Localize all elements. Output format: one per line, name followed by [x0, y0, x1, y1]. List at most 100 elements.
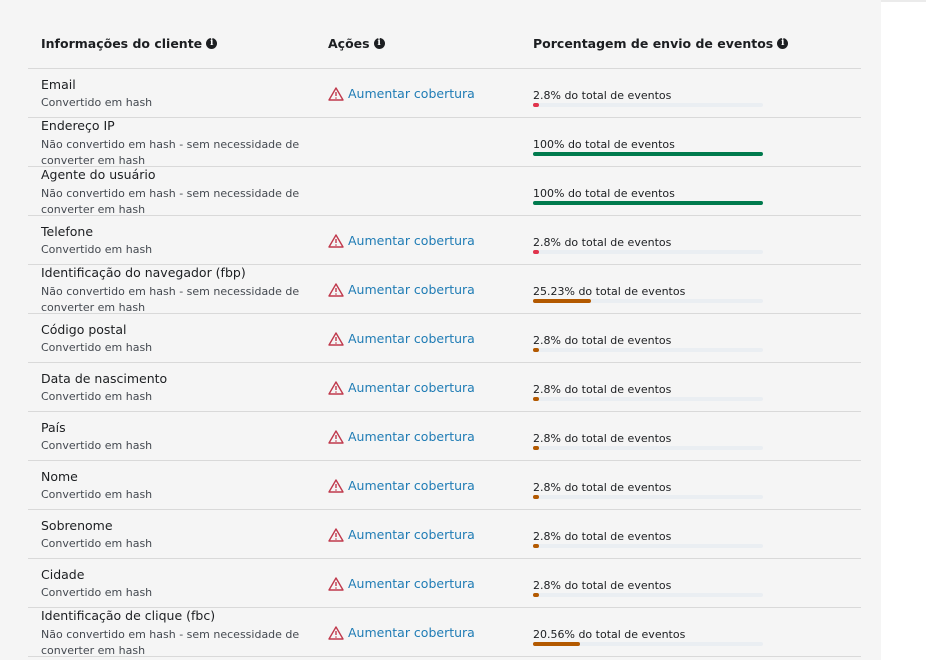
table-row: Email Convertido em hash Aumentar cobertur…	[28, 69, 861, 118]
customer-info-hash-status: Não convertido em hash - sem necessidade…	[41, 285, 300, 314]
event-percentage-label: 25.23% do total de eventos	[533, 285, 686, 298]
customer-info-hash-status: Convertido em hash	[41, 488, 153, 501]
event-percentage-label: 2.8% do total de eventos	[533, 579, 672, 592]
customer-info-hash-status: Não convertido em hash - sem necessidade…	[41, 187, 300, 216]
event-percentage-bar	[533, 152, 763, 156]
increase-coverage-link[interactable]: Aumentar cobertura	[328, 625, 475, 640]
event-percentage-bar-fill	[533, 299, 591, 303]
event-percentage-bar	[533, 299, 763, 303]
customer-info-hash-status: Não convertido em hash - sem necessidade…	[41, 138, 300, 167]
warning-icon	[328, 282, 344, 297]
warning-icon	[328, 576, 344, 591]
increase-coverage-label: Aumentar cobertura	[348, 331, 475, 346]
info-icon[interactable]: i	[206, 38, 218, 49]
event-percentage-bar-fill	[533, 446, 539, 450]
customer-info-name: Email	[41, 77, 76, 92]
customer-info-panel: Informações do cliente i Ações i Porcent…	[0, 0, 881, 660]
header-customer-info: Informações do cliente i	[41, 36, 218, 51]
header-event-percentage-label: Porcentagem de envio de eventos	[533, 36, 774, 51]
header-actions-label: Ações	[328, 36, 370, 51]
event-percentage-label: 100% do total de eventos	[533, 187, 675, 200]
increase-coverage-link[interactable]: Aumentar cobertura	[328, 478, 475, 493]
customer-info-name: Sobrenome	[41, 518, 113, 533]
warning-icon	[328, 380, 344, 395]
event-percentage-bar-fill	[533, 152, 763, 156]
increase-coverage-link[interactable]: Aumentar cobertura	[328, 380, 475, 395]
table-row: Sobrenome Convertido em hash Aumentar cobe…	[28, 510, 861, 559]
customer-info-name: País	[41, 420, 66, 435]
customer-info-name: Cidade	[41, 567, 85, 582]
info-icon[interactable]: i	[373, 38, 385, 49]
customer-info-name: Endereço IP	[41, 118, 115, 133]
warning-icon	[328, 331, 344, 346]
customer-info-hash-status: Não convertido em hash - sem necessidade…	[41, 628, 300, 657]
increase-coverage-link[interactable]: Aumentar cobertura	[328, 86, 475, 101]
customer-info-name: Nome	[41, 469, 78, 484]
table-row: País Convertido em hash Aumentar cobertura…	[28, 412, 861, 461]
event-percentage-label: 2.8% do total de eventos	[533, 481, 672, 494]
increase-coverage-label: Aumentar cobertura	[348, 429, 475, 444]
row-divider	[28, 656, 861, 657]
event-percentage-bar	[533, 593, 763, 597]
customer-info-hash-status: Convertido em hash	[41, 390, 153, 403]
header-event-percentage: Porcentagem de envio de eventos i	[533, 36, 789, 51]
warning-icon	[328, 429, 344, 444]
customer-info-name: Data de nascimento	[41, 371, 168, 386]
table-row: Identificação de clique (fbc) Não convert…	[28, 608, 861, 657]
event-percentage-bar-fill	[533, 348, 539, 352]
increase-coverage-label: Aumentar cobertura	[348, 282, 475, 297]
customer-info-name: Agente do usuário	[41, 167, 156, 182]
customer-info-name: Identificação do navegador (fbp)	[41, 265, 246, 280]
increase-coverage-label: Aumentar cobertura	[348, 380, 475, 395]
table-row: Endereço IP Não convertido em hash - sem …	[28, 118, 861, 167]
event-percentage-bar	[533, 446, 763, 450]
event-percentage-bar	[533, 201, 763, 205]
table-row: Identificação do navegador (fbp) Não conv…	[28, 265, 861, 314]
header-actions: Ações i	[328, 36, 385, 51]
table-row: Nome Convertido em hash Aumentar cobertura…	[28, 461, 861, 510]
increase-coverage-link[interactable]: Aumentar cobertura	[328, 527, 475, 542]
customer-info-hash-status: Convertido em hash	[41, 341, 153, 354]
event-percentage-label: 2.8% do total de eventos	[533, 89, 672, 102]
table-row: Telefone Convertido em hash Aumentar cober…	[28, 216, 861, 265]
event-percentage-bar	[533, 348, 763, 352]
event-percentage-bar-fill	[533, 593, 539, 597]
event-percentage-bar	[533, 495, 763, 499]
warning-icon	[328, 478, 344, 493]
event-percentage-bar-fill	[533, 250, 539, 254]
increase-coverage-link[interactable]: Aumentar cobertura	[328, 429, 475, 444]
event-percentage-label: 100% do total de eventos	[533, 138, 675, 151]
table-row: Agente do usuário Não convertido em hash …	[28, 167, 861, 216]
increase-coverage-label: Aumentar cobertura	[348, 576, 475, 591]
event-percentage-bar	[533, 544, 763, 548]
info-icon[interactable]: i	[777, 38, 789, 49]
increase-coverage-link[interactable]: Aumentar cobertura	[328, 282, 475, 297]
table-row: Cidade Convertido em hash Aumentar cobertu…	[28, 559, 861, 608]
event-percentage-label: 2.8% do total de eventos	[533, 236, 672, 249]
event-percentage-bar-fill	[533, 495, 539, 499]
warning-icon	[328, 86, 344, 101]
event-percentage-label: 20.56% do total de eventos	[533, 628, 686, 641]
customer-info-name: Telefone	[41, 224, 94, 239]
customer-info-name: Código postal	[41, 322, 127, 337]
table-row: Data de nascimento Convertido em hash Aume…	[28, 363, 861, 412]
event-percentage-bar	[533, 250, 763, 254]
event-percentage-bar-fill	[533, 544, 539, 548]
increase-coverage-label: Aumentar cobertura	[348, 527, 475, 542]
warning-icon	[328, 527, 344, 542]
header-customer-info-label: Informações do cliente	[41, 36, 203, 51]
customer-info-hash-status: Convertido em hash	[41, 96, 153, 109]
increase-coverage-link[interactable]: Aumentar cobertura	[328, 331, 475, 346]
increase-coverage-label: Aumentar cobertura	[348, 478, 475, 493]
event-percentage-bar-fill	[533, 397, 539, 401]
increase-coverage-link[interactable]: Aumentar cobertura	[328, 576, 475, 591]
table-header: Informações do cliente i Ações i Porcent…	[41, 36, 861, 56]
event-percentage-bar-fill	[533, 642, 580, 646]
customer-info-name: Identificação de clique (fbc)	[41, 608, 216, 623]
table-row: Código postal Convertido em hash Aumentar …	[28, 314, 861, 363]
event-percentage-label: 2.8% do total de eventos	[533, 383, 672, 396]
event-percentage-bar	[533, 397, 763, 401]
increase-coverage-link[interactable]: Aumentar cobertura	[328, 233, 475, 248]
customer-info-hash-status: Convertido em hash	[41, 243, 153, 256]
increase-coverage-label: Aumentar cobertura	[348, 86, 475, 101]
